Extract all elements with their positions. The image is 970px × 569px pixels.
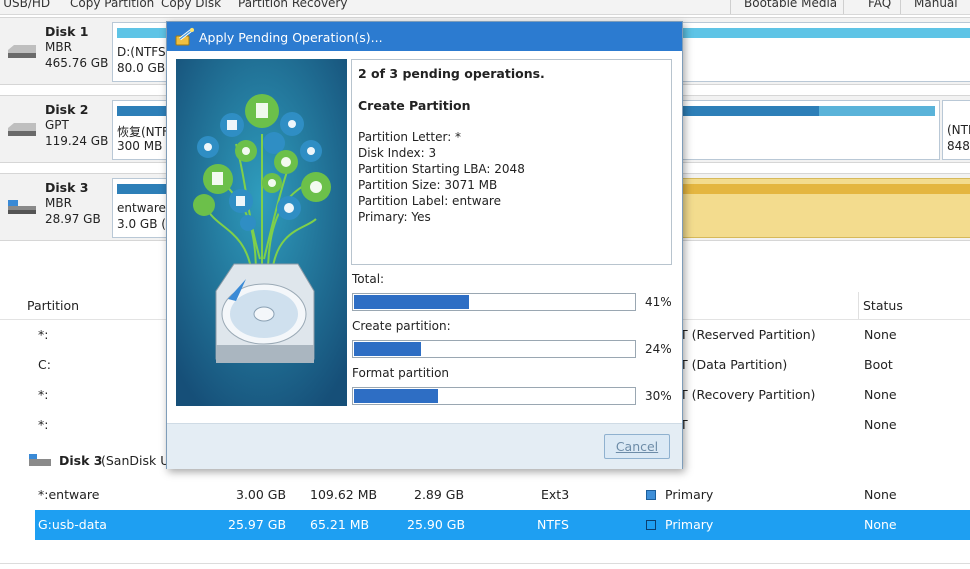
col-status[interactable]: Status <box>863 298 903 313</box>
partition-block-right[interactable]: (NTF 848 <box>942 100 970 160</box>
hard-disk-icon <box>8 123 36 136</box>
menu-item-copy-disk[interactable]: Copy Disk <box>161 0 221 10</box>
cell-status: None <box>864 387 897 402</box>
cell-type: Primary <box>665 487 714 502</box>
type-color-swatch <box>646 490 656 500</box>
partition-label: D:(NTFS <box>117 45 166 59</box>
table-row-selected[interactable]: G:usb-data 25.97 GB 65.21 MB 25.90 GB NT… <box>35 510 970 540</box>
cell-partition: *: <box>38 327 49 342</box>
disk-type: GPT <box>45 118 69 132</box>
detail-partition-letter: Partition Letter: * <box>358 130 462 144</box>
disk-name: Disk 2 <box>45 102 89 117</box>
usb-disk-icon <box>29 454 51 466</box>
hard-disk-icon <box>8 45 36 58</box>
detail-disk-index: Disk Index: 3 <box>358 146 437 160</box>
cell-type: T (Recovery Partition) <box>680 387 816 402</box>
format-progress-percent: 30% <box>645 389 672 403</box>
detail-partition-size: Partition Size: 3071 MB <box>358 178 498 192</box>
cell-unused: 2.89 GB <box>414 487 465 502</box>
menu-item-usb[interactable]: e USB/HD <box>0 0 50 10</box>
cell-partition: *: <box>38 417 49 432</box>
cell-filesystem: NTFS <box>537 517 569 532</box>
disk-size: 119.24 GB <box>45 134 109 148</box>
cell-used: 109.62 MB <box>310 487 378 502</box>
cell-used: 65.21 MB <box>310 517 370 532</box>
format-progress-bar <box>352 387 636 405</box>
type-color-swatch <box>646 520 656 530</box>
detail-primary: Primary: Yes <box>358 210 431 224</box>
partition-block[interactable]: entware( 3.0 GB (U <box>112 178 174 238</box>
format-progress-fill <box>354 389 438 403</box>
disk-name: Disk 1 <box>45 24 89 39</box>
cell-partition: *: <box>38 387 49 402</box>
cell-type: T (Data Partition) <box>680 357 788 372</box>
dialog-title-bar[interactable]: Apply Pending Operation(s)... <box>167 22 682 51</box>
menu-item-faq[interactable]: FAQ <box>868 0 891 10</box>
partition-label: (NTF <box>947 123 970 137</box>
partition-size: 300 MB ( <box>117 139 171 153</box>
disk-size: 465.76 GB <box>45 56 109 70</box>
format-progress-label: Format partition <box>352 366 450 380</box>
partition-size: 848 <box>947 139 970 153</box>
create-progress-label: Create partition: <box>352 319 451 333</box>
disk-type: MBR <box>45 40 72 54</box>
cell-filesystem: Ext3 <box>541 487 570 502</box>
cell-type: T (Reserved Partition) <box>680 327 816 342</box>
cell-status: None <box>864 517 897 532</box>
hard-disk-illustration <box>176 59 347 406</box>
cell-partition: C: <box>38 357 51 372</box>
menu-item-partition-recovery[interactable]: Partition Recovery <box>238 0 347 10</box>
menu-item-bootable-media[interactable]: Bootable Media <box>744 0 837 10</box>
partition-label: entware( <box>117 201 171 215</box>
col-partition[interactable]: Partition <box>27 298 79 313</box>
total-progress-bar <box>352 293 636 311</box>
toolbar: e USB/HD Copy Partition Copy Disk Partit… <box>0 0 970 15</box>
disk-name: Disk 3 <box>45 180 89 195</box>
total-progress-label: Total: <box>352 272 385 286</box>
cell-partition: *:entware <box>38 487 100 502</box>
cell-capacity: 3.00 GB <box>236 487 287 502</box>
usb-disk-icon <box>8 200 36 214</box>
cell-type: Primary <box>665 517 714 532</box>
cancel-button[interactable]: Cancel <box>604 434 670 459</box>
pending-count: 2 of 3 pending operations. <box>358 66 545 81</box>
partition-block-gold[interactable] <box>676 178 970 238</box>
partition-label: 恢复(NTF <box>117 125 169 139</box>
dialog-footer: Cancel <box>167 423 682 469</box>
detail-starting-lba: Partition Starting LBA: 2048 <box>358 162 525 176</box>
disk-type: MBR <box>45 196 72 210</box>
operation-details-panel: 2 of 3 pending operations. Create Partit… <box>351 59 672 265</box>
create-progress-percent: 24% <box>645 342 672 356</box>
cell-status: None <box>864 417 897 432</box>
cell-status: None <box>864 327 897 342</box>
cell-capacity: 25.97 GB <box>228 517 287 532</box>
total-progress-fill <box>354 295 469 309</box>
create-progress-bar <box>352 340 636 358</box>
operation-name: Create Partition <box>358 98 471 113</box>
dialog-body: 2 of 3 pending operations. Create Partit… <box>167 51 682 423</box>
disk-size: 28.97 GB <box>45 212 101 226</box>
menu-item-copy-partition[interactable]: Copy Partition <box>70 0 154 10</box>
cell-status: Boot <box>864 357 893 372</box>
cell-unused: 25.90 GB <box>407 517 466 532</box>
cell-status: None <box>864 487 897 502</box>
disk-group-name: Disk 3 <box>59 453 103 468</box>
detail-partition-label: Partition Label: entware <box>358 194 501 208</box>
menu-item-manual[interactable]: Manual <box>914 0 958 10</box>
dialog-title: Apply Pending Operation(s)... <box>199 30 383 45</box>
create-progress-fill <box>354 342 421 356</box>
cell-partition: G:usb-data <box>38 517 107 532</box>
table-row[interactable]: *:entware 3.00 GB 109.62 MB 2.89 GB Ext3… <box>0 480 970 510</box>
total-progress-percent: 41% <box>645 295 672 309</box>
apply-pending-dialog: Apply Pending Operation(s)... 2 of 3 pen… <box>166 21 683 469</box>
apply-wand-icon <box>175 27 194 46</box>
